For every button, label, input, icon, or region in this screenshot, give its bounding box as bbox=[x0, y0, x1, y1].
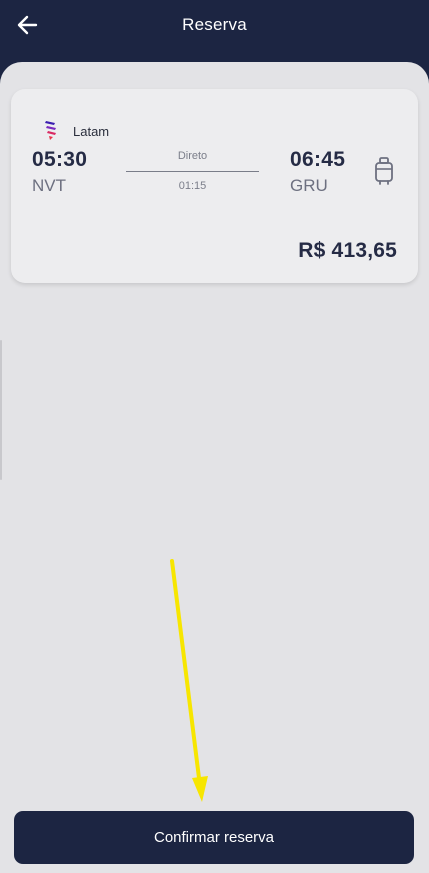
departure-time: 05:30 bbox=[32, 148, 88, 171]
scroll-edge-indicator bbox=[0, 340, 2, 480]
latam-logo bbox=[45, 121, 56, 140]
flight-price: R$ 413,65 bbox=[298, 239, 397, 262]
arrival-airport-code: GRU bbox=[290, 176, 328, 195]
app-header: Reserva bbox=[0, 0, 429, 60]
route-line bbox=[126, 171, 259, 172]
flight-duration: 01:15 bbox=[178, 180, 207, 192]
luggage-icon bbox=[375, 157, 393, 185]
stops-label: Direto bbox=[177, 150, 208, 162]
departure-airport-code: NVT bbox=[32, 176, 66, 195]
airline-name: Latam bbox=[73, 124, 110, 139]
confirm-reservation-button[interactable]: Confirmar reserva bbox=[14, 811, 414, 864]
arrival-time: 06:45 bbox=[290, 148, 346, 171]
page-title: Reserva bbox=[182, 15, 247, 34]
annotation-arrow-icon bbox=[170, 559, 208, 802]
flight-card[interactable]: Latam 05:30 NVT Direto 01:15 06:45 GRU R… bbox=[11, 89, 418, 283]
